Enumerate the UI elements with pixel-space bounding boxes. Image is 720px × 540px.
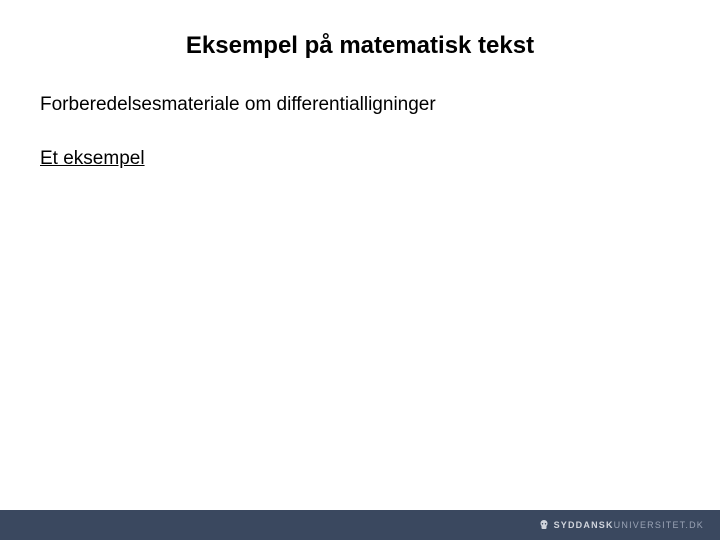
slide-container: Eksempel på matematisk tekst Forberedels… xyxy=(0,0,720,540)
footer-brand-bold: SYDDANSK xyxy=(554,520,614,530)
footer-logo: SYDDANSKUNIVERSITET.DK xyxy=(538,519,704,531)
footer-brand-text: SYDDANSKUNIVERSITET.DK xyxy=(554,520,704,530)
owl-icon xyxy=(538,519,550,531)
example-link[interactable]: Et eksempel xyxy=(40,148,145,170)
slide-body-text: Forberedelsesmateriale om differentialli… xyxy=(40,94,680,116)
footer-bar: SYDDANSKUNIVERSITET.DK xyxy=(0,510,720,540)
slide-title: Eksempel på matematisk tekst xyxy=(110,32,610,60)
footer-brand-light: UNIVERSITET xyxy=(614,520,686,530)
footer-brand-suffix: .DK xyxy=(685,520,704,530)
